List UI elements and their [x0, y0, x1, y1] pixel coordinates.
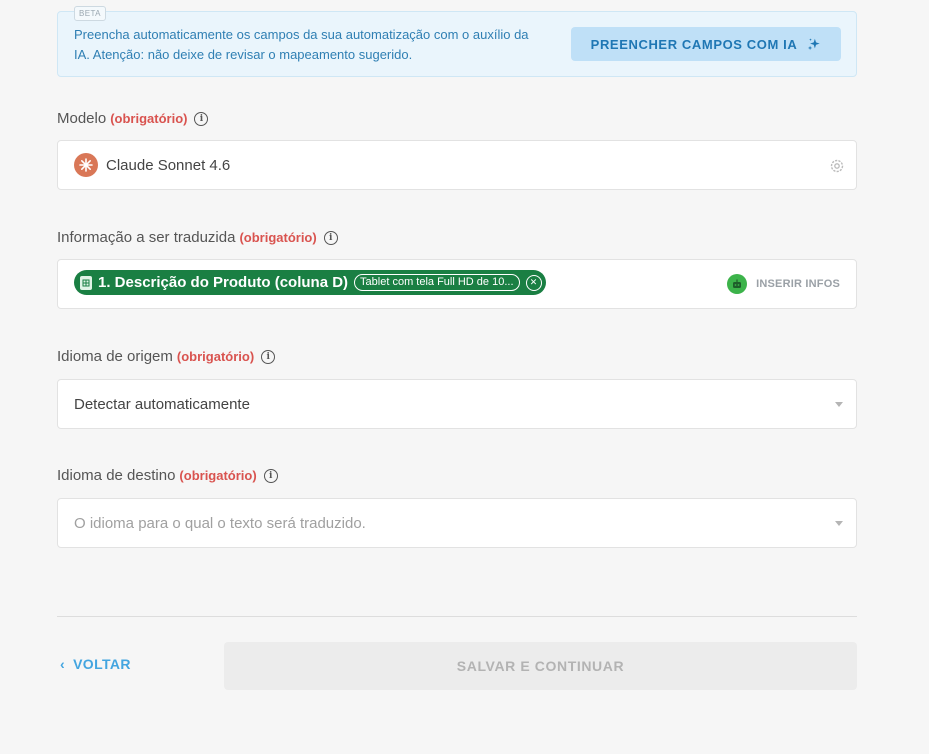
target-lang-field-label: Idioma de destino (obrigatório) i [57, 467, 278, 484]
ai-banner-text: Preencha automaticamente os campos da su… [74, 27, 529, 62]
spreadsheet-icon [80, 275, 92, 290]
info-icon[interactable]: i [261, 349, 276, 364]
source-lang-field-label: Idioma de origem (obrigatório) i [57, 348, 276, 365]
ai-autofill-banner: BETA Preencha automaticamente os campos … [57, 6, 857, 77]
info-icon[interactable]: i [263, 468, 278, 483]
fill-fields-with-ai-label: PREENCHER CAMPOS COM IA [590, 36, 798, 52]
chevron-down-icon [835, 521, 843, 526]
model-value: Claude Sonnet 4.6 [106, 157, 231, 174]
beta-badge: BETA [74, 6, 106, 21]
chevron-down-icon [835, 402, 843, 407]
chip-label: 1. Descrição do Produto (coluna D) [98, 274, 349, 291]
model-select[interactable]: Claude Sonnet 4.6 [57, 140, 857, 190]
chevron-left-icon: ‹ [60, 656, 66, 672]
info-icon[interactable]: i [323, 230, 338, 245]
sparkle-icon [808, 38, 821, 51]
target-lang-required-tag: (obrigatório) [179, 468, 257, 483]
model-required-tag: (obrigatório) [110, 111, 188, 126]
target-lang-label-text: Idioma de destino [57, 467, 176, 484]
info-icon[interactable]: i [194, 111, 209, 126]
insert-infos-label: INSERIR INFOS [756, 278, 840, 290]
info-to-translate-field[interactable]: 1. Descrição do Produto (coluna D) Table… [57, 259, 857, 309]
source-lang-label-text: Idioma de origem [57, 348, 173, 365]
source-language-select[interactable]: Detectar automaticamente [57, 379, 857, 429]
model-field-label: Modelo (obrigatório) i [57, 110, 209, 127]
robot-icon [727, 274, 748, 294]
info-required-tag: (obrigatório) [239, 230, 317, 245]
target-language-placeholder: O idioma para o qual o texto será traduz… [74, 515, 366, 532]
gear-icon[interactable] [829, 158, 845, 174]
close-icon[interactable]: ✕ [525, 274, 542, 291]
back-label: VOLTAR [73, 656, 131, 672]
fill-fields-with-ai-button[interactable]: PREENCHER CAMPOS COM IA [571, 27, 841, 61]
source-lang-required-tag: (obrigatório) [176, 349, 255, 364]
model-label-text: Modelo [57, 110, 107, 127]
insert-infos-button[interactable]: INSERIR INFOS [727, 274, 840, 294]
source-language-value: Detectar automaticamente [74, 396, 250, 413]
info-field-label: Informação a ser traduzida (obrigatório)… [57, 229, 338, 246]
info-label-text: Informação a ser traduzida [57, 229, 236, 246]
claude-logo-icon [74, 153, 98, 177]
save-and-continue-button[interactable]: SALVAR E CONTINUAR [224, 642, 857, 690]
variable-chip[interactable]: 1. Descrição do Produto (coluna D) Table… [74, 270, 546, 295]
footer-divider [57, 616, 857, 617]
chip-value-preview: Tablet com tela Full HD de 10... [354, 274, 520, 291]
target-language-select[interactable]: O idioma para o qual o texto será traduz… [57, 498, 857, 548]
back-button[interactable]: ‹ VOLTAR [60, 656, 131, 672]
